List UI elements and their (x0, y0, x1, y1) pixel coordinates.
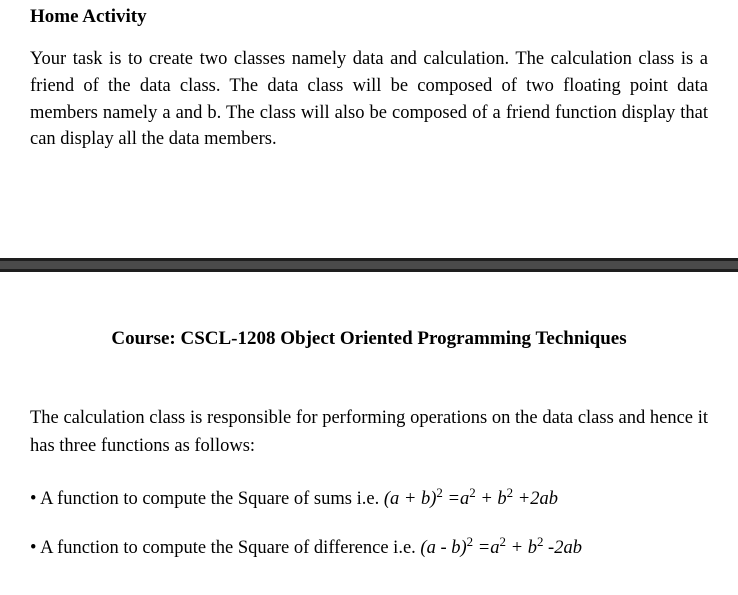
bullet-square-of-sums: • A function to compute the Square of su… (30, 483, 708, 514)
page-gap (0, 163, 738, 258)
bullet-prefix: • A function to compute the Square of su… (30, 489, 384, 509)
bullet-prefix: • A function to compute the Square of di… (30, 538, 420, 558)
bullet-formula: (a + b)2 =a2 + b2 +2ab (384, 489, 558, 509)
task-paragraph: Your task is to create two classes namel… (30, 46, 708, 153)
page-bottom-section: Course: CSCL-1208 Object Oriented Progra… (0, 272, 738, 562)
bullet-square-of-difference: • A function to compute the Square of di… (30, 532, 708, 563)
bullet-formula: (a - b)2 =a2 + b2 -2ab (420, 538, 582, 558)
calculation-intro: The calculation class is responsible for… (30, 405, 708, 461)
course-title: Course: CSCL-1208 Object Oriented Progra… (30, 328, 708, 350)
home-activity-heading: Home Activity (30, 6, 708, 28)
page-separator-bar (0, 258, 738, 272)
page-top-section: Home Activity Your task is to create two… (0, 0, 738, 153)
